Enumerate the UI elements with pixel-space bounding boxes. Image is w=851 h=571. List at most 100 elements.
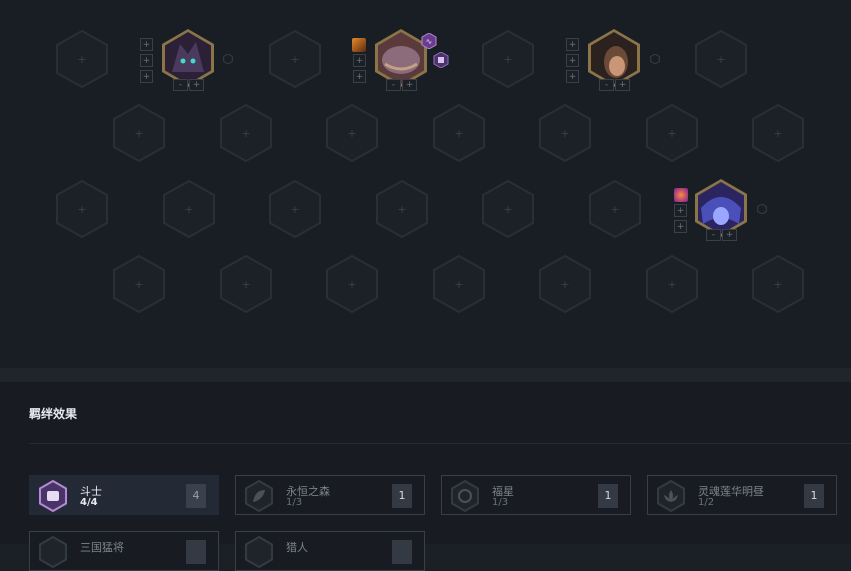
trait-level: 1 <box>392 484 412 508</box>
add-item-button[interactable]: + <box>140 70 153 83</box>
empty-hex-slot[interactable]: + <box>53 180 111 238</box>
fist-icon <box>39 480 67 512</box>
add-champion-icon: + <box>667 126 677 140</box>
crystal-item-icon[interactable] <box>674 188 688 202</box>
add-item-button[interactable]: + <box>566 70 579 83</box>
trait-count: 1/2 <box>698 497 715 508</box>
empty-hex-slot[interactable]: + <box>430 104 488 162</box>
trait-hunter[interactable]: 猎人 <box>235 531 425 571</box>
add-item-button[interactable]: + <box>140 54 153 67</box>
add-star-button[interactable]: + <box>402 79 417 91</box>
add-champion-icon: + <box>241 277 251 291</box>
empty-hex-slot[interactable]: + <box>323 104 381 162</box>
brawler-trait-icon <box>433 52 449 68</box>
add-item-button[interactable]: + <box>674 204 687 217</box>
empty-hex-slot[interactable]: + <box>266 30 324 88</box>
add-item-button[interactable]: + <box>353 54 366 67</box>
trait-count: 4/4 <box>80 497 98 508</box>
add-champion-icon: + <box>347 126 357 140</box>
add-champion-icon: + <box>560 126 570 140</box>
add-champion-icon: + <box>241 126 251 140</box>
add-champion-icon: + <box>397 202 407 216</box>
trait-name: 三国猛将 <box>80 541 124 554</box>
add-star-button[interactable]: + <box>189 79 204 91</box>
champion-evelynn[interactable] <box>691 178 751 238</box>
add-star-button[interactable]: + <box>615 79 630 91</box>
empty-hex-slot[interactable]: + <box>692 30 750 88</box>
helmet-icon <box>39 536 67 568</box>
empty-hex-slot[interactable]: + <box>430 255 488 313</box>
add-champion-icon: + <box>503 52 513 66</box>
three-star-badge-icon: ∿ <box>421 33 437 49</box>
add-champion-icon: + <box>77 202 87 216</box>
add-champion-icon: + <box>716 52 726 66</box>
add-champion-icon: + <box>560 277 570 291</box>
empty-hex-slot[interactable]: + <box>266 180 324 238</box>
lotus-icon <box>657 480 685 512</box>
add-champion-icon: + <box>610 202 620 216</box>
leaf-icon <box>245 480 273 512</box>
flame-item-icon[interactable] <box>352 38 366 52</box>
trait-count: 1/3 <box>286 497 303 508</box>
add-champion-icon: + <box>134 277 144 291</box>
trait-eternal-forest[interactable]: 永恒之森 1/3 1 <box>235 475 425 515</box>
trait-spirit-blossom[interactable]: 灵魂莲华明昼 1/2 1 <box>647 475 837 515</box>
champion-yone[interactable] <box>584 28 644 88</box>
trait-level: 4 <box>186 484 206 508</box>
traits-panel <box>0 382 851 544</box>
empty-hex-slot[interactable]: + <box>536 104 594 162</box>
empty-trait-hex-icon <box>757 204 767 214</box>
empty-hex-slot[interactable]: + <box>643 255 701 313</box>
trait-level: 1 <box>804 484 824 508</box>
empty-hex-slot[interactable]: + <box>160 180 218 238</box>
add-champion-icon: + <box>290 202 300 216</box>
empty-hex-slot[interactable]: + <box>110 104 168 162</box>
trait-fortune[interactable]: 福星 1/3 1 <box>441 475 631 515</box>
coin-icon <box>451 480 479 512</box>
add-champion-icon: + <box>503 202 513 216</box>
board-divider-strip <box>0 368 851 382</box>
empty-hex-slot[interactable]: + <box>479 30 537 88</box>
empty-hex-slot[interactable]: + <box>643 104 701 162</box>
add-item-button[interactable]: + <box>566 54 579 67</box>
remove-star-button[interactable]: - <box>173 79 188 91</box>
add-item-button[interactable]: + <box>674 220 687 233</box>
empty-hex-slot[interactable]: + <box>217 255 275 313</box>
add-star-button[interactable]: + <box>722 229 737 241</box>
add-champion-icon: + <box>667 277 677 291</box>
traits-divider <box>29 443 851 444</box>
remove-star-button[interactable]: - <box>386 79 401 91</box>
trait-three-kingdoms[interactable]: 三国猛将 <box>29 531 219 571</box>
empty-hex-slot[interactable]: + <box>53 30 111 88</box>
add-item-button[interactable]: + <box>353 70 366 83</box>
empty-hex-slot[interactable]: + <box>749 104 807 162</box>
add-champion-icon: + <box>347 277 357 291</box>
champion-kha-zix[interactable] <box>158 28 218 88</box>
empty-trait-hex-icon <box>650 54 660 64</box>
bow-icon <box>245 536 273 568</box>
empty-hex-slot[interactable]: + <box>586 180 644 238</box>
empty-hex-slot[interactable]: + <box>536 255 594 313</box>
empty-hex-slot[interactable]: + <box>479 180 537 238</box>
remove-star-button[interactable]: - <box>706 229 721 241</box>
add-champion-icon: + <box>290 52 300 66</box>
add-champion-icon: + <box>454 126 464 140</box>
trait-count: 1/3 <box>492 497 509 508</box>
svg-text:∿: ∿ <box>426 37 433 46</box>
trait-name: 猎人 <box>286 541 308 554</box>
add-item-button[interactable]: + <box>140 38 153 51</box>
remove-star-button[interactable]: - <box>599 79 614 91</box>
empty-hex-slot[interactable]: + <box>749 255 807 313</box>
trait-level: 1 <box>598 484 618 508</box>
empty-trait-hex-icon <box>223 54 233 64</box>
add-champion-icon: + <box>454 277 464 291</box>
empty-hex-slot[interactable]: + <box>217 104 275 162</box>
add-item-button[interactable]: + <box>566 38 579 51</box>
empty-hex-slot[interactable]: + <box>323 255 381 313</box>
add-champion-icon: + <box>184 202 194 216</box>
add-champion-icon: + <box>77 52 87 66</box>
empty-hex-slot[interactable]: + <box>373 180 431 238</box>
add-champion-icon: + <box>773 277 783 291</box>
trait-brawler[interactable]: 斗士 4/4 4 <box>29 475 219 515</box>
empty-hex-slot[interactable]: + <box>110 255 168 313</box>
